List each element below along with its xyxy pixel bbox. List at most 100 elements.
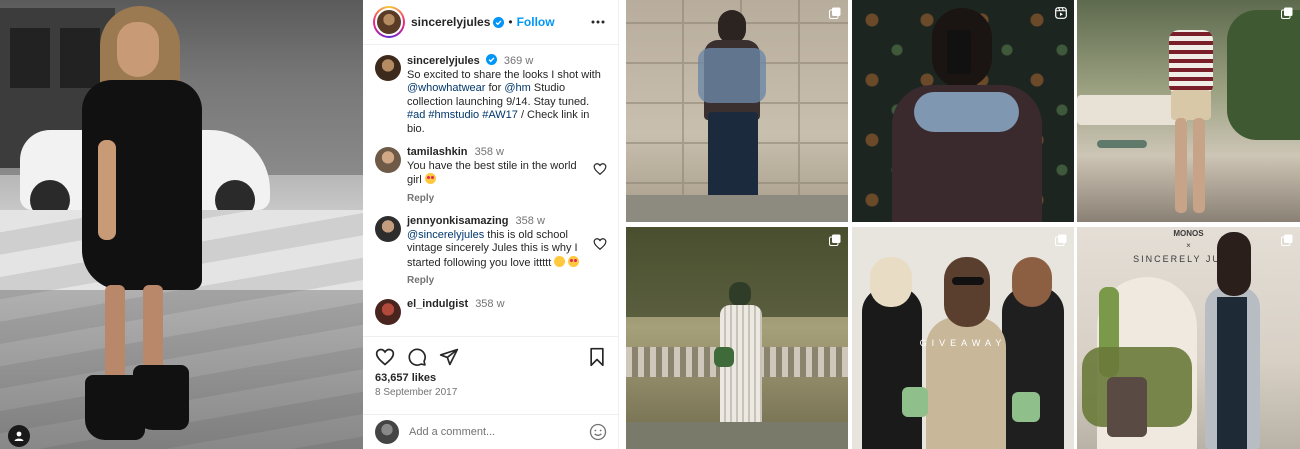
caption-username[interactable]: sincerelyjules: [407, 55, 480, 67]
tile-figure-right: [1002, 287, 1064, 449]
comment-time: 358 w: [474, 146, 504, 158]
bookmark-icon[interactable]: [587, 347, 607, 367]
tile-figure-bag: [714, 347, 734, 367]
more-icon: [591, 20, 605, 24]
multiple-posts-icon: [829, 234, 841, 246]
author-avatar[interactable]: [373, 6, 405, 38]
multiple-posts-icon: [1281, 7, 1293, 19]
separator-dot: •: [508, 15, 513, 29]
post-photo[interactable]: [0, 0, 363, 449]
smiling-emoji-icon: [554, 255, 566, 267]
tile-collab-x: ×: [1186, 241, 1191, 250]
tile-giveaway-text: GIVEAWAY: [919, 338, 1007, 348]
comment: jennyonkisamazing 358 w @sincerelyjules …: [375, 215, 607, 288]
caption-text: So excited to share the looks I shot wit…: [407, 68, 601, 81]
multiple-posts-icon: [1055, 234, 1067, 246]
grid-post[interactable]: MONOS × SINCERELY JULES: [1077, 227, 1300, 449]
post-actions: [363, 336, 619, 376]
user-icon: [14, 431, 24, 441]
photo-person-leg: [105, 285, 125, 385]
tile-figure-dress: [1217, 297, 1247, 449]
reply-button[interactable]: Reply: [407, 192, 587, 206]
tile-green-bag: [902, 387, 928, 417]
grid-post[interactable]: [852, 0, 1074, 222]
tile-figure-hair: [1217, 232, 1251, 296]
heart-eyes-emoji-icon: [568, 255, 580, 267]
post-date: 8 September 2017: [375, 387, 458, 398]
comment-time: 358 w: [475, 297, 505, 310]
tile-figure-right-hair: [1012, 257, 1052, 307]
tile-ground: [626, 195, 848, 222]
grid-post[interactable]: [1077, 0, 1300, 222]
tile-figure-scarf: [914, 92, 1019, 132]
tile-figure-center-hair: [944, 257, 990, 327]
tile-figure-top: [1169, 30, 1213, 95]
tile-figure-left-hair: [870, 257, 912, 307]
commenter-avatar[interactable]: [375, 298, 401, 325]
tile-figure-head: [718, 10, 746, 44]
grid-post[interactable]: [626, 227, 848, 449]
tagged-users-button[interactable]: [8, 425, 30, 447]
tile-suitcase: [1107, 377, 1147, 437]
heart-icon[interactable]: [375, 347, 395, 367]
emoji-picker-icon[interactable]: [589, 423, 607, 441]
comment: el_indulgist 358 w: [375, 298, 607, 325]
post-header: sincerelyjules • Follow: [363, 0, 618, 45]
caption-avatar[interactable]: [375, 55, 401, 81]
tile-figure-center-blazer: [926, 317, 1006, 449]
mention-link[interactable]: @hm: [504, 82, 530, 94]
caption: sincerelyjules 369 w So excited to share…: [375, 54, 607, 136]
photo-person-arm: [98, 140, 116, 240]
like-count[interactable]: 63,657 likes: [375, 372, 436, 384]
mention-link[interactable]: @whowhatwear: [407, 82, 485, 94]
commenter-username[interactable]: tamilashkin: [407, 146, 468, 158]
comment-time: 358 w: [515, 215, 545, 227]
tile-sunglasses: [952, 277, 984, 285]
multiple-posts-icon: [829, 7, 841, 19]
more-options-button[interactable]: [590, 14, 606, 30]
mention-link[interactable]: @sincerelyjules: [407, 229, 484, 241]
tile-phone: [947, 30, 971, 74]
author-username[interactable]: sincerelyjules: [411, 15, 490, 29]
post-panel: sincerelyjules • Follow sincerelyjules 3…: [363, 0, 619, 449]
tile-stool: [1097, 140, 1147, 148]
caption-time: 369 w: [503, 55, 534, 67]
hashtag-links[interactable]: #ad #hmstudio #AW17: [407, 109, 518, 121]
verified-icon: [485, 54, 497, 65]
reply-button[interactable]: Reply: [407, 274, 587, 288]
comment-icon[interactable]: [407, 347, 427, 367]
post-grid: GIVEAWAY MONOS × SINCERELY JULES: [626, 0, 1300, 449]
tile-wordmark-text: SINCERELY JULES: [1133, 254, 1244, 264]
add-comment-bar: [363, 414, 619, 449]
commenter-username[interactable]: el_indulgist: [407, 298, 468, 310]
verified-icon: [493, 16, 505, 28]
commenter-username[interactable]: jennyonkisamazing: [407, 215, 508, 227]
grid-post[interactable]: GIVEAWAY: [852, 227, 1074, 449]
tile-plants: [1227, 10, 1300, 140]
like-comment-heart-icon[interactable]: [593, 237, 607, 251]
tile-figure-scarf: [698, 48, 766, 103]
reels-icon: [1055, 7, 1067, 19]
tile-ground: [626, 422, 848, 449]
comments-list[interactable]: sincerelyjules 369 w So excited to share…: [363, 46, 619, 336]
commenter-avatar[interactable]: [375, 216, 401, 242]
tile-brand-text: MONOS: [1173, 229, 1204, 238]
commenter-avatar[interactable]: [375, 147, 401, 173]
grid-post[interactable]: [626, 0, 848, 222]
follow-button[interactable]: Follow: [517, 15, 555, 29]
comment-input[interactable]: [409, 426, 589, 438]
tile-figure-leg: [1193, 118, 1205, 213]
tile-figure-left: [862, 287, 922, 449]
tile-figure-leg: [1175, 118, 1187, 213]
photo-person-boot: [133, 365, 189, 430]
tile-figure-cap: [729, 282, 751, 306]
multiple-posts-icon: [1281, 234, 1293, 246]
heart-eyes-emoji-icon: [424, 173, 436, 184]
tile-green-bag: [1012, 392, 1040, 422]
photo-person-face: [117, 22, 159, 77]
caption-text: for: [485, 82, 505, 94]
current-user-avatar: [375, 420, 399, 444]
tile-figure-shorts: [1171, 90, 1211, 120]
like-comment-heart-icon[interactable]: [593, 162, 607, 176]
share-icon[interactable]: [439, 347, 459, 367]
